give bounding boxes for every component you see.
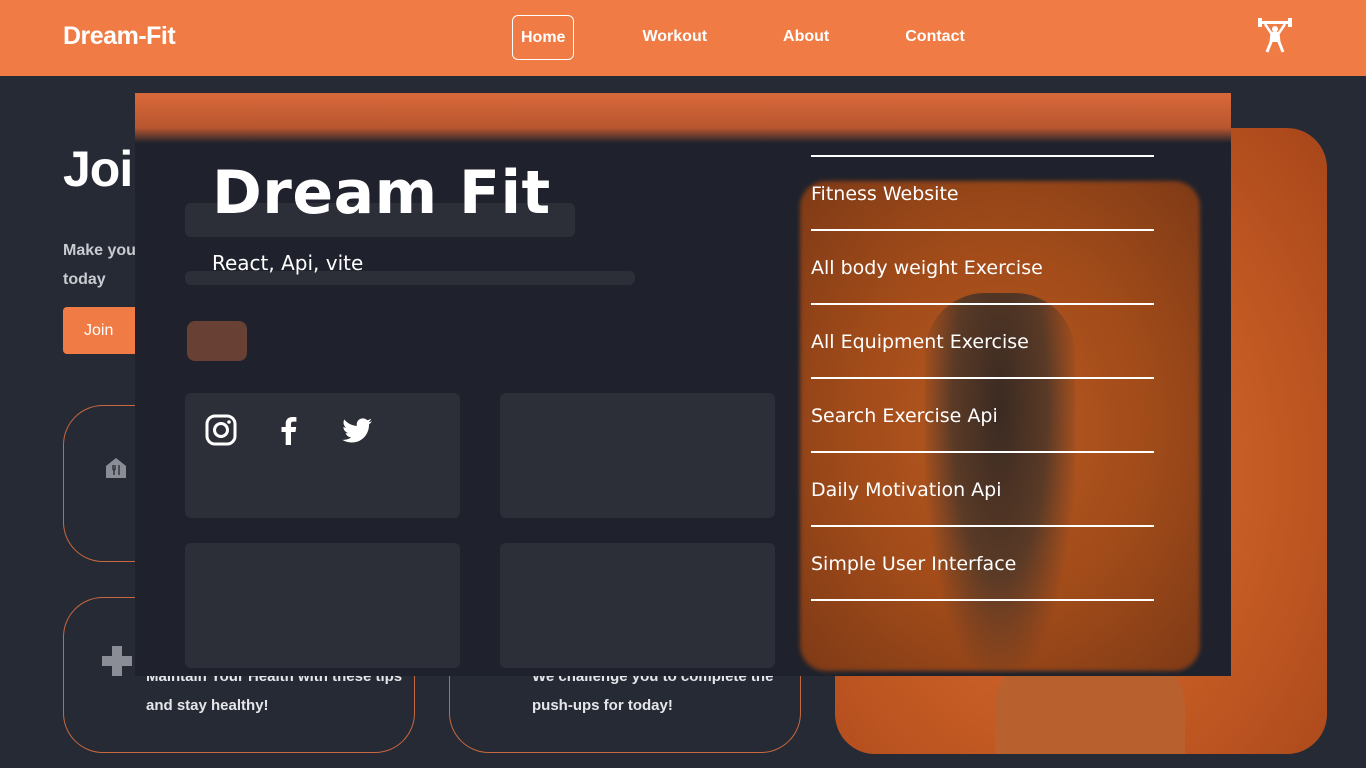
social-links: [205, 414, 409, 446]
preview-card-ghost: [500, 393, 775, 518]
food-icon: [104, 456, 128, 480]
instagram-icon[interactable]: [205, 414, 237, 446]
hero-subtitle-line: today: [63, 271, 106, 288]
nav-workout[interactable]: Workout: [634, 15, 715, 60]
preview-card-ghost: [500, 543, 775, 668]
weightlifter-icon[interactable]: [1258, 18, 1292, 54]
brand-logo[interactable]: Dream-Fit: [63, 22, 176, 51]
modal-preview-navbar: [135, 93, 1231, 143]
facebook-icon[interactable]: [273, 414, 305, 446]
feature-list: Fitness Website All body weight Exercise…: [811, 155, 1154, 601]
project-title: Dream Fit: [212, 158, 551, 228]
nav-links: Home Workout About Contact: [512, 15, 973, 60]
feature-item: Daily Motivation Api: [811, 453, 1154, 527]
hero-subtitle-line: Make your f: [63, 242, 152, 259]
health-plus-icon: [100, 644, 134, 678]
feature-item: All Equipment Exercise: [811, 305, 1154, 379]
project-tech-stack: React, Api, vite: [212, 251, 364, 275]
hero-subtitle: Make your f today: [63, 236, 152, 294]
card-text-line: push-ups for today!: [532, 697, 673, 714]
nav-contact[interactable]: Contact: [897, 15, 973, 60]
project-modal: Dream Fit React, Api, vite Fitness Websi…: [135, 93, 1231, 676]
nav-home[interactable]: Home: [512, 15, 575, 60]
navbar: Dream-Fit Home Workout About Contact: [0, 0, 1366, 76]
twitter-icon[interactable]: [341, 414, 373, 446]
card-text-line: and stay healthy!: [146, 697, 269, 714]
feature-item: All body weight Exercise: [811, 231, 1154, 305]
nav-about[interactable]: About: [775, 15, 837, 60]
preview-card-ghost: [185, 393, 460, 518]
feature-item: Fitness Website: [811, 157, 1154, 231]
feature-item: Search Exercise Api: [811, 379, 1154, 453]
preview-card-ghost: [185, 543, 460, 668]
feature-item: Simple User Interface: [811, 527, 1154, 601]
preview-button-ghost: [187, 321, 247, 361]
